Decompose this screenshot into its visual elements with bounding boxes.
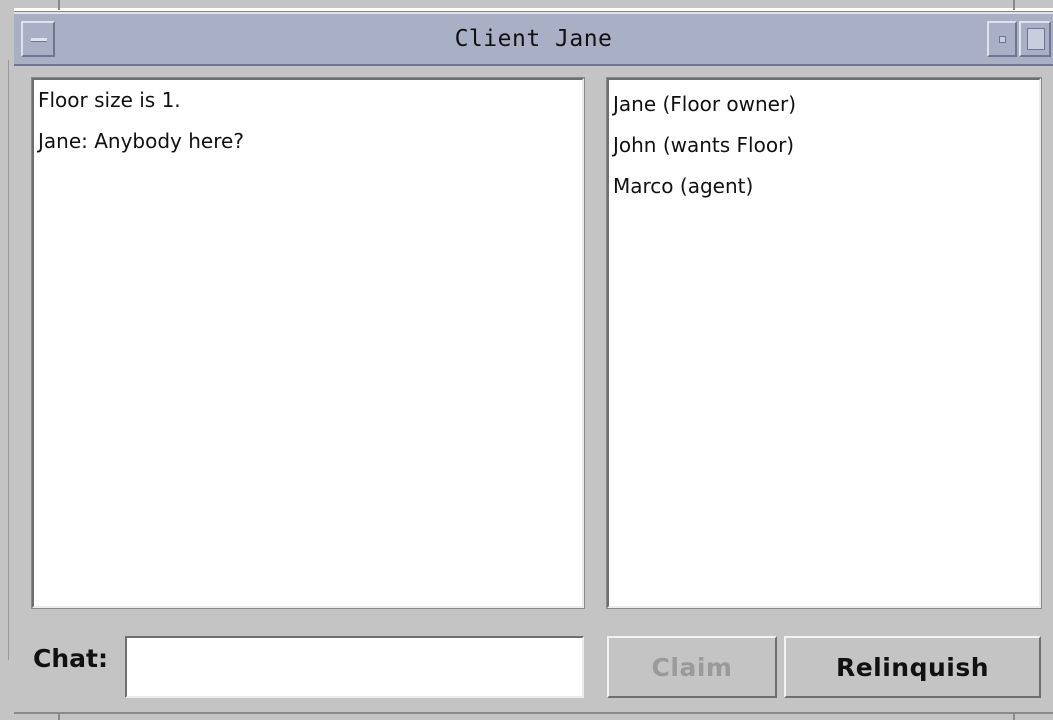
frame-tick xyxy=(58,0,60,10)
chat-log-lines: Floor size is 1. Jane: Anybody here? xyxy=(34,80,582,162)
frame-tick xyxy=(1013,712,1015,720)
minimize-icon[interactable] xyxy=(987,21,1017,57)
chat-log-line: Floor size is 1. xyxy=(38,88,181,112)
title-bar[interactable]: Client Jane xyxy=(14,12,1053,66)
user-list[interactable]: Jane (Floor owner) John (wants Floor) Ma… xyxy=(606,77,1042,609)
claim-button[interactable]: Claim xyxy=(607,636,777,698)
client-window: Client Jane Floor size is 1. Jane: Anybo… xyxy=(0,0,1053,720)
relinquish-button[interactable]: Relinquish xyxy=(784,636,1041,698)
maximize-icon[interactable] xyxy=(1019,21,1051,57)
user-list-item[interactable]: Marco (agent) xyxy=(609,166,1039,207)
frame-tick xyxy=(1013,0,1015,10)
user-list-items: Jane (Floor owner) John (wants Floor) Ma… xyxy=(609,80,1039,207)
window-frame-bottom xyxy=(14,712,1053,714)
window-title: Client Jane xyxy=(454,26,613,52)
window-frame-left xyxy=(8,60,9,660)
chat-log-line: Jane: Anybody here? xyxy=(38,129,244,153)
user-list-item[interactable]: Jane (Floor owner) xyxy=(609,84,1039,125)
chat-log[interactable]: Floor size is 1. Jane: Anybody here? xyxy=(31,77,585,609)
window-menu-icon[interactable] xyxy=(21,21,55,57)
user-list-item[interactable]: John (wants Floor) xyxy=(609,125,1039,166)
frame-tick xyxy=(58,712,60,720)
chat-label: Chat: xyxy=(33,644,108,673)
chat-input[interactable] xyxy=(125,636,584,698)
